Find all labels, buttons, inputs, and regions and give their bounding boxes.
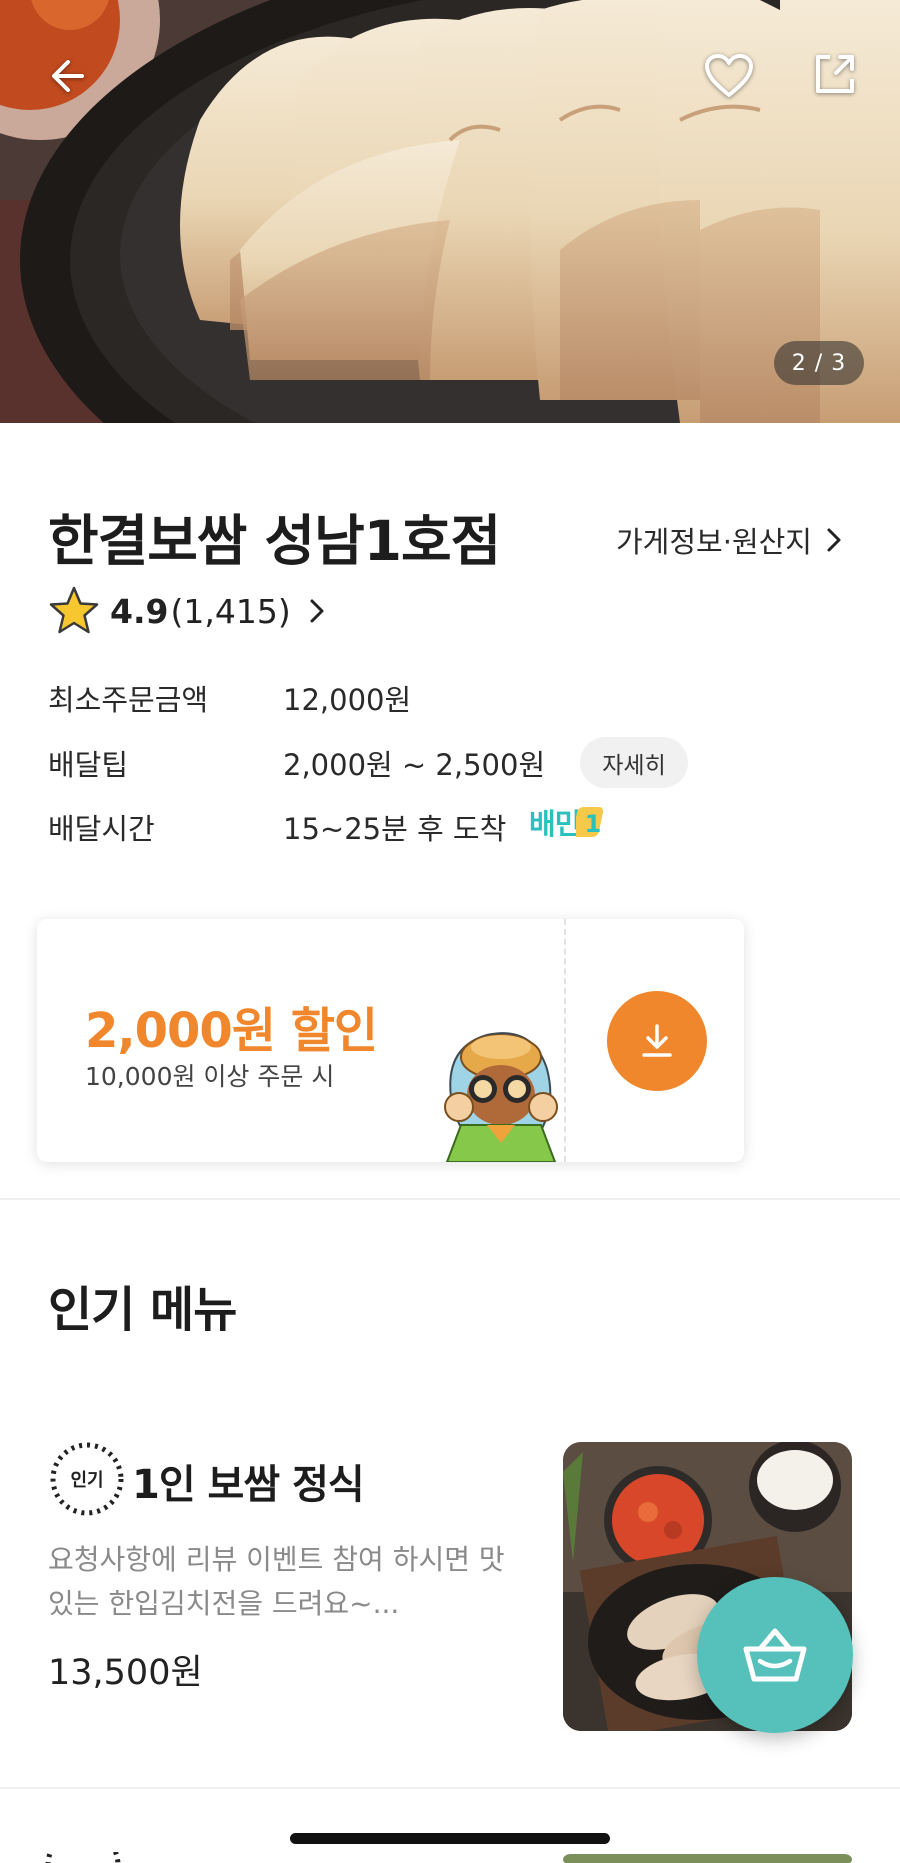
hero-image[interactable]: 2 / 3 xyxy=(0,0,900,423)
min-order-value: 12,000원 xyxy=(283,683,412,717)
basket-icon xyxy=(743,1628,807,1682)
star-icon xyxy=(49,586,99,634)
arrow-left-icon xyxy=(52,60,84,92)
download-icon xyxy=(642,1024,672,1057)
menu-item-description: 요청사항에 리뷰 이벤트 참여 하시면 맛있는 한입김치전을 드려요~... xyxy=(48,1543,505,1620)
baemin-one-mark: 1 xyxy=(576,807,604,838)
share-button[interactable] xyxy=(803,42,867,106)
baemin-one-badge: 배민 1 xyxy=(529,802,610,842)
store-info-label: 가게정보·원산지 xyxy=(616,525,812,559)
next-menu-item-peek xyxy=(0,1827,900,1863)
delivery-tip-value: 2,000원 ~ 2,500원 xyxy=(283,748,546,782)
next-item-preview xyxy=(45,1827,852,1863)
rating-value: 4.9 xyxy=(110,591,169,631)
chevron-right-icon xyxy=(827,528,841,552)
delivery-time-label: 배달시간 xyxy=(48,812,155,846)
hero-photo xyxy=(0,0,900,423)
store-name: 한결보쌈 성남1호점 xyxy=(48,509,501,573)
baemin-badge-text: 배민 xyxy=(529,807,581,841)
delivery-tip-label: 배달팁 xyxy=(48,748,129,782)
coupon-amount: 2,000원 할인 xyxy=(85,1003,378,1059)
mascot-illustration xyxy=(444,1032,558,1162)
coupon-condition: 10,000원 이상 주문 시 xyxy=(85,1062,335,1091)
cart-button[interactable] xyxy=(697,1577,853,1733)
menu-divider xyxy=(0,1787,900,1789)
discount-coupon[interactable]: 2,000원 할인 10,000원 이상 주문 시 xyxy=(37,919,744,1162)
baemin-badge-number: 1 xyxy=(585,810,602,838)
favorite-button[interactable] xyxy=(697,44,761,108)
menu-item-name: 1인 보쌈 정식 xyxy=(132,1462,365,1508)
heart-icon xyxy=(705,54,753,97)
home-indicator[interactable] xyxy=(290,1833,610,1844)
store-info-link[interactable]: 가게정보·원산지 xyxy=(616,519,842,561)
rating-row[interactable]: 4.9 (1,415) xyxy=(48,585,325,637)
delivery-tip-detail-button[interactable]: 자세히 xyxy=(580,737,688,788)
back-button[interactable] xyxy=(32,44,96,108)
coupon-perforation xyxy=(564,919,566,1162)
min-order-label: 최소주문금액 xyxy=(48,683,209,717)
coupon-download-button[interactable] xyxy=(607,991,707,1091)
share-icon xyxy=(816,55,854,93)
popular-badge-label: 인기 xyxy=(70,1470,104,1491)
menu-item-price: 13,500원 xyxy=(48,1653,203,1693)
chevron-right-icon xyxy=(310,599,324,623)
section-divider xyxy=(0,1198,900,1200)
image-counter: 2 / 3 xyxy=(774,341,864,385)
delivery-time-value: 15~25분 후 도착 xyxy=(283,812,507,846)
review-count: (1,415) xyxy=(170,591,291,631)
popular-menu-title: 인기 메뉴 xyxy=(48,1282,237,1338)
